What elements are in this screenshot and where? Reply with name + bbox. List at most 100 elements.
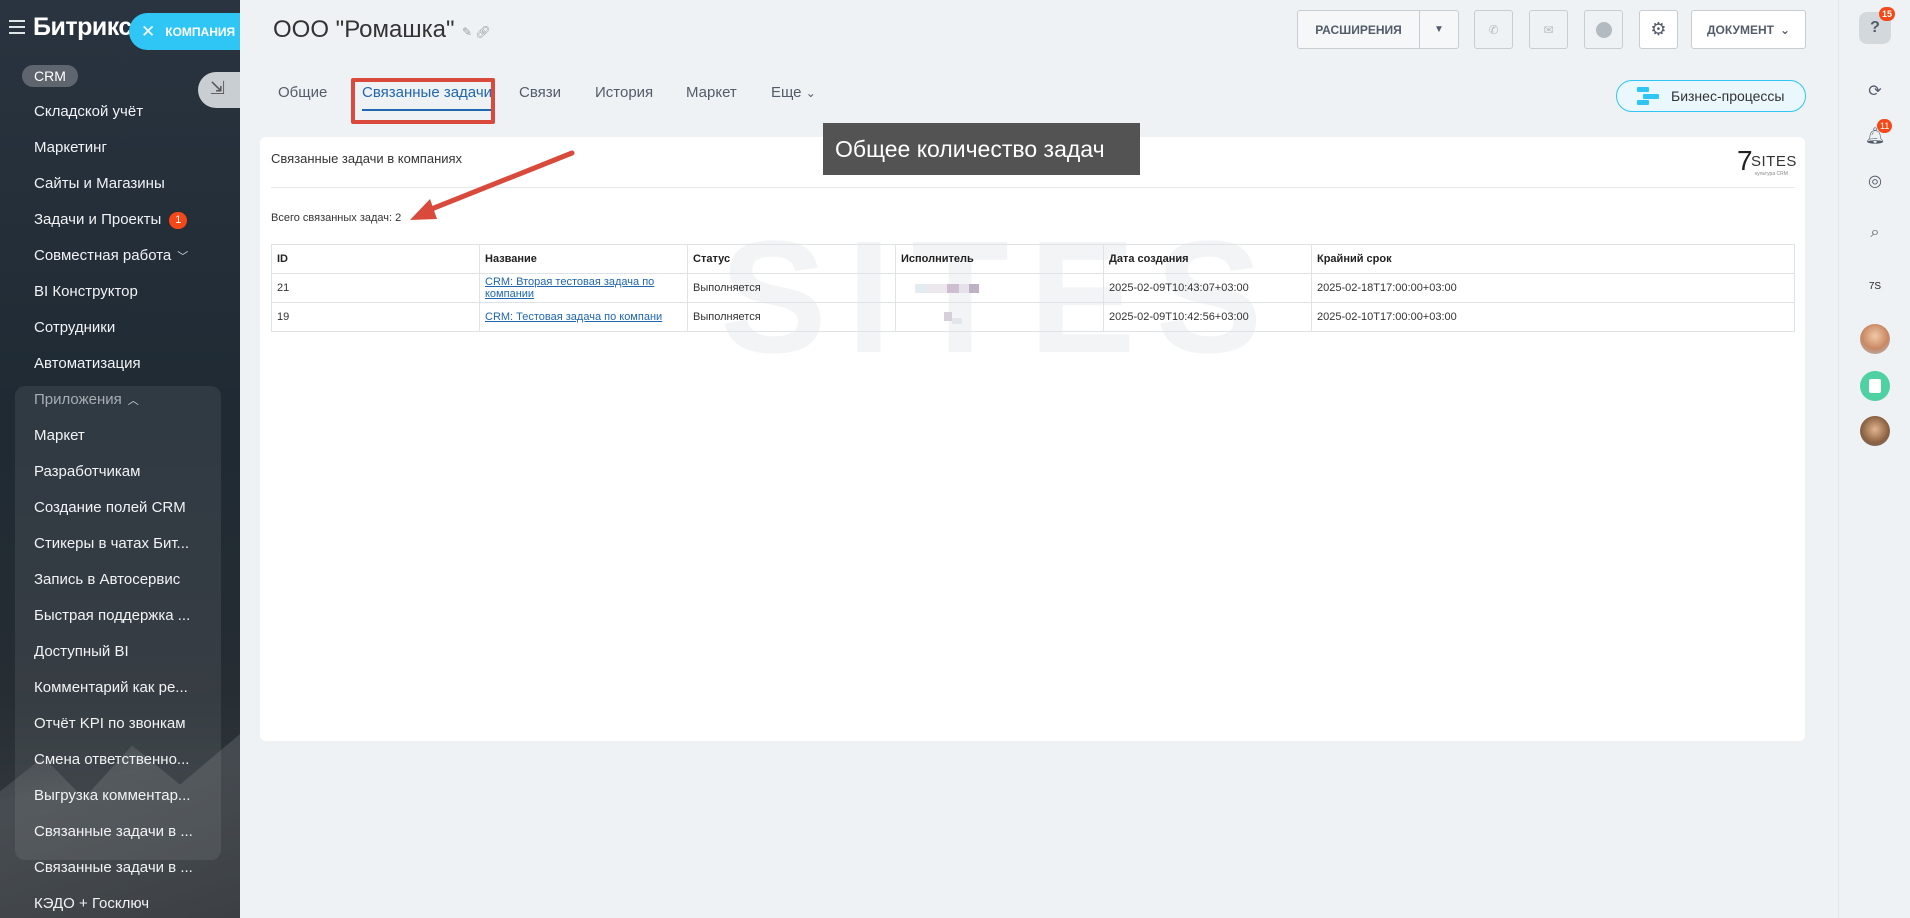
chat-icon xyxy=(1595,21,1612,38)
user-avatar[interactable] xyxy=(1860,324,1890,354)
column-header-assignee: Исполнитель xyxy=(895,244,1104,274)
app-avatar[interactable] xyxy=(1860,371,1890,401)
sidebar-app-item[interactable]: Доступный BI xyxy=(0,638,228,674)
related-tasks-table: ID Название Статус Исполнитель Дата созд… xyxy=(271,244,1795,332)
task-id: 19 xyxy=(271,302,480,332)
notifications-badge: 11 xyxy=(1877,119,1893,133)
gear-icon: ⚙ xyxy=(1650,19,1667,39)
link-icon[interactable]: 🔗︎ xyxy=(475,25,490,39)
chevron-down-icon: ⌄ xyxy=(805,86,816,100)
task-link[interactable]: CRM: Тестовая задача по компани xyxy=(485,311,662,323)
task-link[interactable]: CRM: Вторая тестовая задача по компании xyxy=(485,276,654,300)
chat-button[interactable] xyxy=(1584,10,1623,49)
tab-highlight-annotation xyxy=(351,78,495,124)
table-row: 19 CRM: Тестовая задача по компани Выпол… xyxy=(271,302,1795,332)
tab-links[interactable]: Связи xyxy=(519,84,561,101)
sidebar-item-sites[interactable]: Сайты и Магазины xyxy=(0,170,240,206)
help-button[interactable]: ? 15 xyxy=(1859,7,1896,44)
column-header-created: Дата создания xyxy=(1103,244,1312,274)
company-slider-close-button[interactable]: ✕ КОМПАНИЯ xyxy=(129,13,240,50)
sidebar-app-item[interactable]: Смена ответственно... xyxy=(0,746,228,782)
sidebar-app-item[interactable]: Стикеры в чатах Бит... xyxy=(0,530,228,566)
sidebar-app-item[interactable]: Комментарий как ре... xyxy=(0,674,228,710)
document-button[interactable]: ДОКУМЕНТ ⌄ xyxy=(1691,10,1806,49)
title-edit-icons: ✎ 🔗︎ xyxy=(462,25,491,39)
sidebar-header: Битрикс ✕ КОМПАНИЯ xyxy=(0,0,240,58)
sidebar-group-apps[interactable]: Приложения ︿ xyxy=(0,386,240,422)
sidebar-menu: Складской учёт Маркетинг Сайты и Магазин… xyxy=(0,98,240,918)
email-button[interactable]: ✉ xyxy=(1529,10,1568,49)
sidebar-app-item[interactable]: Запись в Автосервис xyxy=(0,566,228,602)
tab-history[interactable]: История xyxy=(595,84,653,101)
sidebar-app-item[interactable]: КЭДО + Госключ xyxy=(0,890,228,918)
sidebar-item-automation[interactable]: Автоматизация xyxy=(0,350,240,386)
search-icon: ⌕ xyxy=(1870,224,1880,241)
sidebar-app-item[interactable]: Создание полей CRM xyxy=(0,494,228,530)
help-badge: 15 xyxy=(1879,7,1896,21)
sites-logo-icon: 7S xyxy=(1868,280,1882,292)
arrow-circle-icon: ⟳ xyxy=(1868,83,1882,100)
sidebar-app-item[interactable]: Разработчикам xyxy=(0,458,228,494)
tab-market[interactable]: Маркет xyxy=(686,84,737,101)
envelope-icon: ✉ xyxy=(1543,22,1554,37)
annotation-callout: Общее количество задач xyxy=(823,123,1140,175)
right-toolbar: ? 15 ⟳ 🔔︎ 11 ◎ ⌕ 7S xyxy=(1838,0,1910,918)
task-deadline: 2025-02-10T17:00:00+03:00 xyxy=(1311,302,1795,332)
notifications-button[interactable]: 🔔︎ 11 xyxy=(1860,119,1893,151)
sidebar-item-crm[interactable]: CRM xyxy=(22,65,78,87)
company-pill-label: КОМПАНИЯ xyxy=(165,24,236,39)
tab-general[interactable]: Общие xyxy=(278,84,327,101)
messenger-button[interactable]: ◎ xyxy=(1860,166,1890,196)
sidebar-item-warehouse[interactable]: Складской учёт xyxy=(0,98,240,134)
task-created-date: 2025-02-09T10:42:56+03:00 xyxy=(1103,302,1312,332)
sidebar-item-bi[interactable]: BI Конструктор xyxy=(0,278,240,314)
phone-icon: ✆ xyxy=(1488,22,1499,37)
sidebar-app-item[interactable]: Связанные задачи в ... xyxy=(0,854,228,890)
sidebar-app-item[interactable]: Маркет xyxy=(0,422,228,458)
task-status: Выполняется xyxy=(687,273,896,303)
task-status: Выполняется xyxy=(687,302,896,332)
sidebar-item-employees[interactable]: Сотрудники xyxy=(0,314,240,350)
call-button[interactable]: ✆ xyxy=(1474,10,1513,49)
chevron-down-icon: ﹀ xyxy=(177,251,189,263)
goto-button[interactable]: ⟳ xyxy=(1860,76,1890,106)
user-avatar[interactable] xyxy=(1860,416,1890,446)
workflow-icon xyxy=(1637,87,1659,105)
sidebar-item-collaboration[interactable]: Совместная работа ﹀ xyxy=(0,242,240,278)
sidebar-app-item[interactable]: Выгрузка комментар... xyxy=(0,782,228,818)
extensions-button[interactable]: РАСШИРЕНИЯ ▼ xyxy=(1297,10,1459,49)
settings-button[interactable]: ⚙ xyxy=(1639,10,1678,49)
table-row: 21 CRM: Вторая тестовая задача по компан… xyxy=(271,273,1795,303)
caret-down-icon[interactable]: ▼ xyxy=(1420,24,1458,35)
column-header-id: ID xyxy=(271,244,480,274)
task-deadline: 2025-02-18T17:00:00+03:00 xyxy=(1311,273,1795,303)
business-processes-button[interactable]: Бизнес-процессы xyxy=(1616,80,1806,112)
company-slider: ООО "Ромашка" ✎ 🔗︎ РАСШИРЕНИЯ ▼ ✆ ✉ ⚙ ДО… xyxy=(240,0,1838,918)
sidebar-app-item[interactable]: Быстрая поддержка ... xyxy=(0,602,228,638)
card-title: Связанные задачи в компаниях xyxy=(271,151,463,166)
sidebar-item-marketing[interactable]: Маркетинг xyxy=(0,134,240,170)
tab-more[interactable]: Еще ⌄ xyxy=(771,84,816,101)
sidebar-app-item[interactable]: Связанные задачи в ... xyxy=(0,818,228,854)
arrow-collapse-icon: ⇲ xyxy=(210,78,226,98)
question-icon: ? xyxy=(1870,19,1880,36)
column-header-status: Статус xyxy=(687,244,896,274)
column-header-deadline: Крайний срок xyxy=(1311,244,1795,274)
sites-app-button[interactable]: 7S xyxy=(1860,271,1890,301)
search-button[interactable]: ⌕ xyxy=(1860,218,1890,248)
close-icon: ✕ xyxy=(141,21,156,41)
sidebar-app-item[interactable]: Отчёт KPI по звонкам xyxy=(0,710,228,746)
bitrix-logo[interactable]: Битрикс xyxy=(33,13,132,42)
task-created-date: 2025-02-09T10:43:07+03:00 xyxy=(1103,273,1312,303)
pencil-icon[interactable]: ✎ xyxy=(462,25,472,39)
chevron-up-icon: ︿ xyxy=(127,395,139,407)
menu-burger-icon[interactable] xyxy=(9,20,25,34)
sites-logo: 7 SITES культура CRM xyxy=(1737,145,1797,178)
task-assignee xyxy=(895,273,1104,303)
sidebar-item-tasks[interactable]: Задачи и Проекты 1 xyxy=(0,206,240,242)
left-sidebar: Битрикс ✕ КОМПАНИЯ CRM ⇲ Складской учёт … xyxy=(0,0,240,918)
task-assignee xyxy=(895,302,1104,332)
table-header-row: ID Название Статус Исполнитель Дата созд… xyxy=(271,244,1795,274)
related-tasks-card: SITES Связанные задачи в компаниях 7 SIT… xyxy=(260,137,1805,741)
divider xyxy=(271,187,1795,188)
